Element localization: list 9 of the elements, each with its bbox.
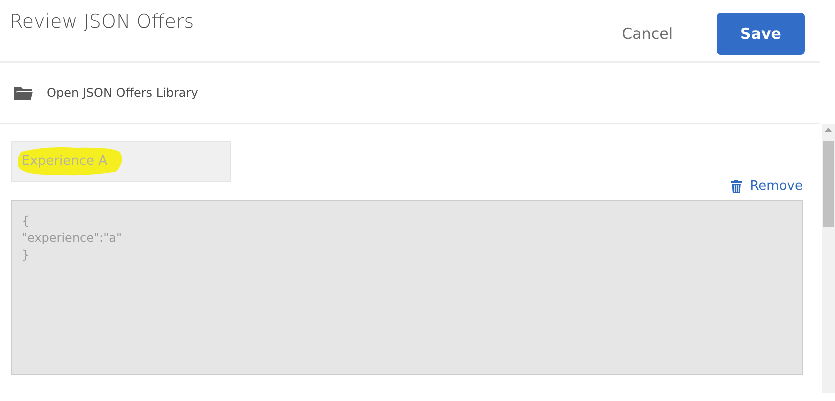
save-button[interactable]: Save	[717, 13, 805, 55]
folder-icon	[14, 86, 33, 100]
cancel-button[interactable]: Cancel	[608, 13, 687, 55]
open-library-link[interactable]: Open JSON Offers Library	[47, 86, 198, 100]
scroll-up-icon[interactable]	[825, 128, 832, 132]
dialog-title: Review JSON Offers	[10, 11, 196, 33]
remove-button[interactable]: Remove	[731, 178, 803, 194]
scrollbar[interactable]	[822, 124, 835, 393]
trash-icon	[731, 180, 742, 192]
